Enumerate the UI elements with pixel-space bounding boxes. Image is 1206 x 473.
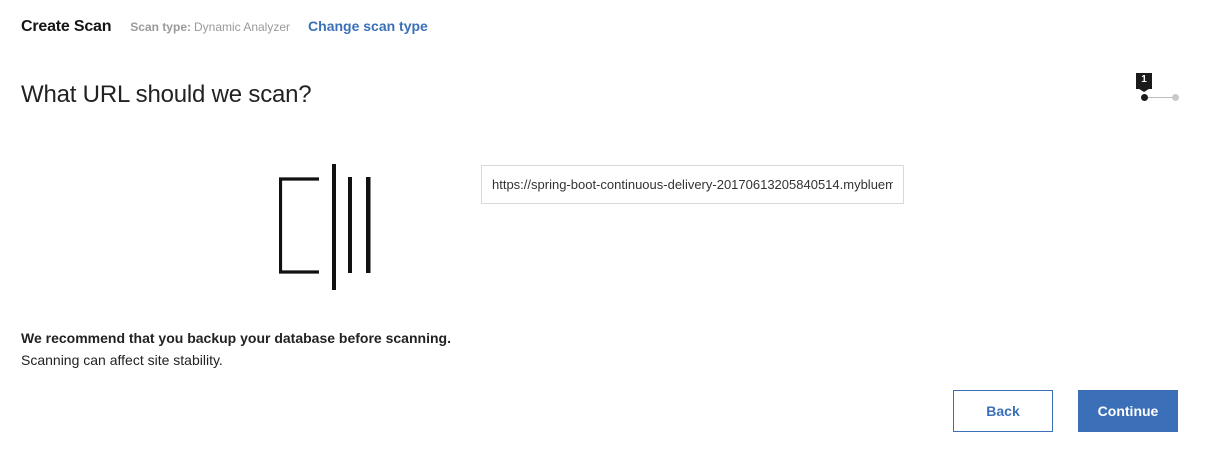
continue-button[interactable]: Continue	[1078, 390, 1178, 432]
url-input[interactable]	[481, 165, 904, 204]
step-2-dot	[1172, 94, 1179, 101]
header: Create Scan Scan type: Dynamic Analyzer C…	[21, 18, 428, 36]
backup-recommendation: We recommend that you backup your databa…	[21, 330, 451, 346]
step-connector	[1148, 97, 1174, 98]
scan-type-value: Dynamic Analyzer	[193, 20, 291, 34]
step-1-dot	[1141, 94, 1148, 101]
step-indicator: 1	[1136, 73, 1182, 103]
back-button[interactable]: Back	[953, 390, 1053, 432]
scan-type-label: Scan type:	[130, 20, 191, 34]
page-title: Create Scan	[21, 18, 112, 35]
scan-type-info: Scan type: Dynamic Analyzer	[130, 20, 290, 34]
current-step-badge: 1	[1136, 73, 1152, 92]
url-question-heading: What URL should we scan?	[21, 81, 312, 108]
stability-note: Scanning can affect site stability.	[21, 352, 223, 368]
create-scan-page: Create Scan Scan type: Dynamic Analyzer C…	[0, 0, 1206, 473]
change-scan-type-link[interactable]: Change scan type	[308, 18, 428, 34]
dynamic-analyzer-logo-icon	[278, 164, 379, 290]
